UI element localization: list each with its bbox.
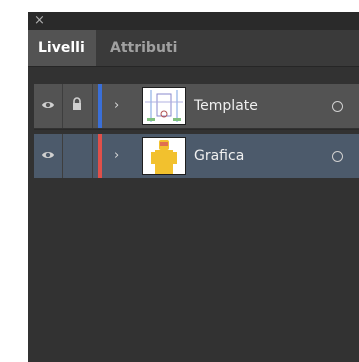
eye-icon	[42, 102, 54, 108]
close-icon[interactable]: ×	[34, 13, 45, 29]
panel-tabs: Livelli Attributi	[28, 30, 359, 67]
layers-panel: × Livelli Attributi › Template › Grafica	[28, 12, 359, 362]
layer-row-template[interactable]: › Template	[34, 84, 359, 128]
lock-icon	[73, 97, 81, 110]
tab-attributi[interactable]: Attributi	[100, 30, 187, 66]
layer-name[interactable]: Grafica	[194, 134, 244, 178]
eye-icon	[42, 152, 54, 158]
lock-toggle[interactable]	[62, 134, 93, 178]
layer-thumbnail	[142, 137, 186, 175]
layer-color-bar	[98, 134, 102, 178]
visibility-toggle[interactable]	[34, 84, 63, 128]
target-circle-icon[interactable]	[332, 101, 343, 112]
layer-color-bar	[98, 84, 102, 128]
visibility-toggle[interactable]	[34, 134, 63, 178]
chevron-right-icon[interactable]: ›	[114, 134, 119, 178]
lock-toggle[interactable]	[62, 84, 93, 128]
layer-row-grafica[interactable]: › Grafica	[34, 134, 359, 178]
row-divider	[34, 129, 359, 130]
layer-thumbnail	[142, 87, 186, 125]
chevron-right-icon[interactable]: ›	[114, 84, 119, 128]
tab-livelli[interactable]: Livelli	[28, 30, 96, 66]
target-circle-icon[interactable]	[332, 151, 343, 162]
panel-titlebar: ×	[28, 12, 359, 30]
layer-name[interactable]: Template	[194, 84, 258, 128]
